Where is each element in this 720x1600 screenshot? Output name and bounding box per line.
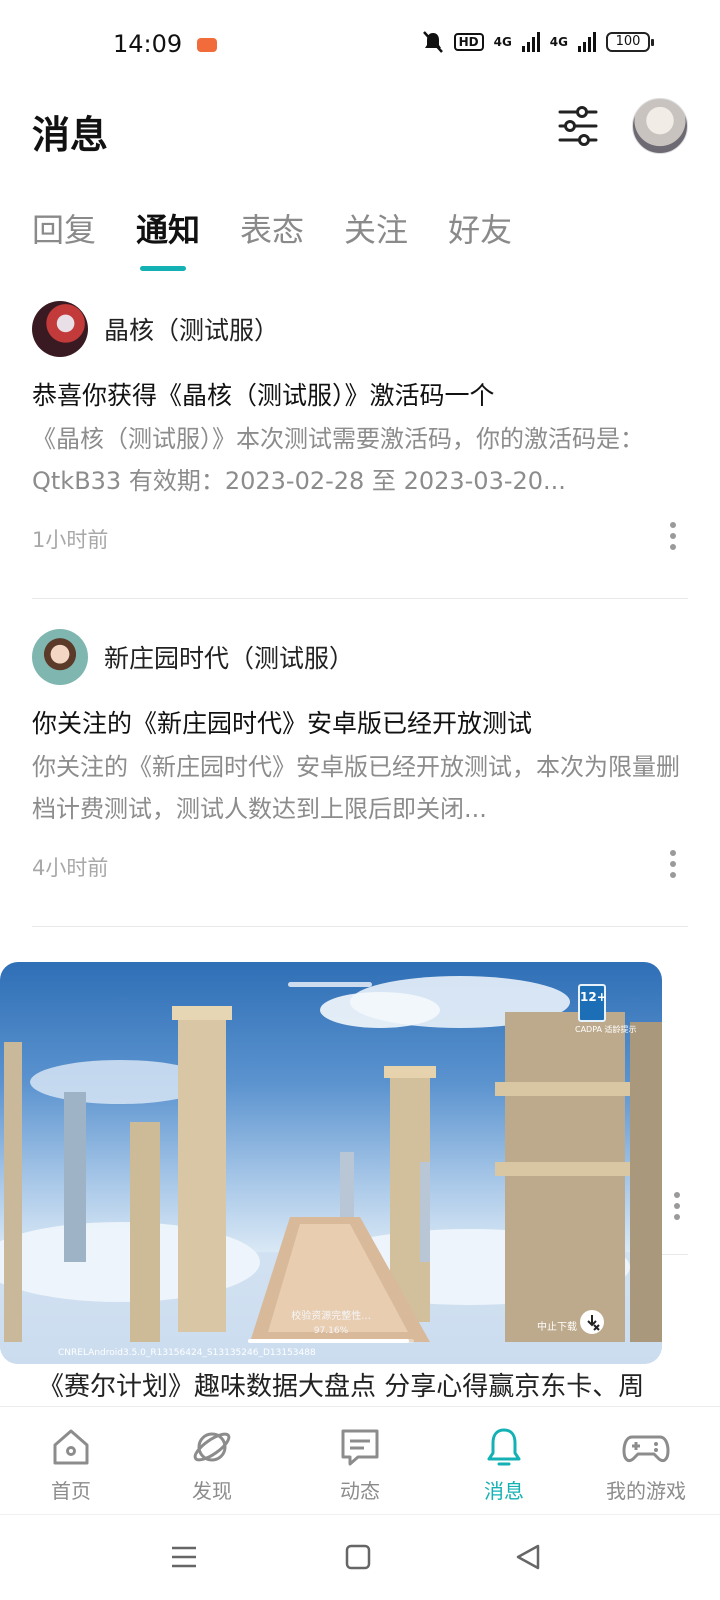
message-tabs: 回复 通知 表态 关注 好友 [32,205,552,265]
divider [32,598,688,599]
message-icon [341,1429,379,1466]
page-title: 消息 [32,113,109,157]
status-bar: 14:09 HD 4G 4G 100 [0,0,720,90]
recent-apps-button[interactable] [170,1543,198,1575]
signal-icon-2 [578,32,596,52]
notification-item[interactable]: 晶核（测试服） 恭喜你获得《晶核（测试服）》激活码一个 《晶核（测试服）》本次测… [32,300,688,554]
tab-reactions[interactable]: 表态 [240,205,304,265]
bell-icon [487,1428,521,1466]
nav-feed[interactable]: 动态 [300,1425,420,1504]
sender-name[interactable]: 晶核（测试服） [104,311,279,347]
notification-title: 恭喜你获得《晶核（测试服）》激活码一个 [32,381,495,410]
signal-icon-1 [521,32,540,52]
more-options-icon[interactable] [670,850,678,883]
loading-progress-fill [248,1339,410,1343]
active-tab-indicator [140,266,186,271]
system-navigation-bar [0,1514,720,1600]
status-time: 14:09 [113,30,183,58]
planet-icon [193,1432,231,1462]
divider [32,926,688,927]
tab-notifications[interactable]: 通知 [136,205,200,265]
build-version-text: CNRELAndroid3.5.0_R13156424_S13135246_D1… [58,1348,316,1358]
tab-replies[interactable]: 回复 [32,205,96,265]
nav-messages[interactable]: 消息 [444,1425,564,1504]
notification-body: 你关注的《新庄园时代》安卓版已经开放测试，本次为限量删档计费测试，测试人数达到上… [32,753,680,823]
notification-title: 你关注的《新庄园时代》安卓版已经开放测试 [32,709,533,738]
nav-messages-label: 消息 [484,1479,524,1503]
menu-icon [172,1546,196,1568]
tab-follows[interactable]: 关注 [344,205,408,265]
nav-my-games-label: 我的游戏 [606,1479,686,1503]
notification-item[interactable]: 新庄园时代（测试服） 你关注的《新庄园时代》安卓版已经开放测试 你关注的《新庄园… [32,628,688,882]
game-notification-icon [197,38,217,52]
back-button[interactable] [514,1543,542,1575]
notification-time: 4小时前 [32,856,109,880]
nav-discover[interactable]: 发现 [152,1425,272,1504]
mute-bell-icon [422,31,443,53]
nav-feed-label: 动态 [340,1479,380,1503]
notification-time: 1小时前 [32,528,109,552]
home-icon [53,1429,89,1465]
back-triangle-icon [516,1544,540,1570]
bottom-navigation: 首页 发现 动态 消息 我的游戏 [0,1406,720,1514]
network-4g-label-2: 4G [549,35,568,49]
sender-avatar[interactable] [32,629,88,685]
nav-home[interactable]: 首页 [11,1425,131,1504]
user-avatar[interactable] [632,98,688,154]
home-button[interactable] [344,1543,372,1575]
sender-name[interactable]: 新庄园时代（测试服） [104,639,354,675]
loading-progress-bar [248,1339,414,1343]
notification-body: 《晶核（测试服）》本次测试需要激活码，你的激活码是：QtkB33 有效期：202… [32,425,644,495]
nav-discover-label: 发现 [192,1479,232,1503]
hd-label: HD [453,33,484,51]
tab-friends[interactable]: 好友 [448,205,512,265]
age-rating-caption: CADPA 适龄提示 [575,1025,637,1034]
more-options-icon[interactable] [674,1192,682,1225]
floating-game-window[interactable]: 12+ CADPA 适龄提示 校验资源完整性... 97.16% 中止下载 CN… [0,962,662,1364]
gamepad-icon [622,1435,670,1463]
square-icon [345,1544,371,1570]
nav-home-label: 首页 [51,1479,91,1503]
sender-avatar[interactable] [32,301,88,357]
age-rating-badge: 12+ [578,984,607,1022]
window-drag-handle[interactable] [288,982,372,987]
game-scene-image [0,976,662,1364]
network-4g-label-1: 4G [493,35,512,49]
notification-title: 《赛尔计划》趣味数据大盘点 分享心得赢京东卡、周 [38,1372,645,1402]
stop-download-icon[interactable] [580,1310,604,1334]
more-options-icon[interactable] [670,522,678,555]
nav-my-games[interactable]: 我的游戏 [586,1425,706,1504]
battery-indicator: 100 [606,32,654,52]
status-indicators: HD 4G 4G 100 [422,30,654,54]
filter-button[interactable] [556,104,600,148]
filter-sliders-icon [558,106,598,146]
stop-download-label[interactable]: 中止下载 [537,1318,577,1333]
